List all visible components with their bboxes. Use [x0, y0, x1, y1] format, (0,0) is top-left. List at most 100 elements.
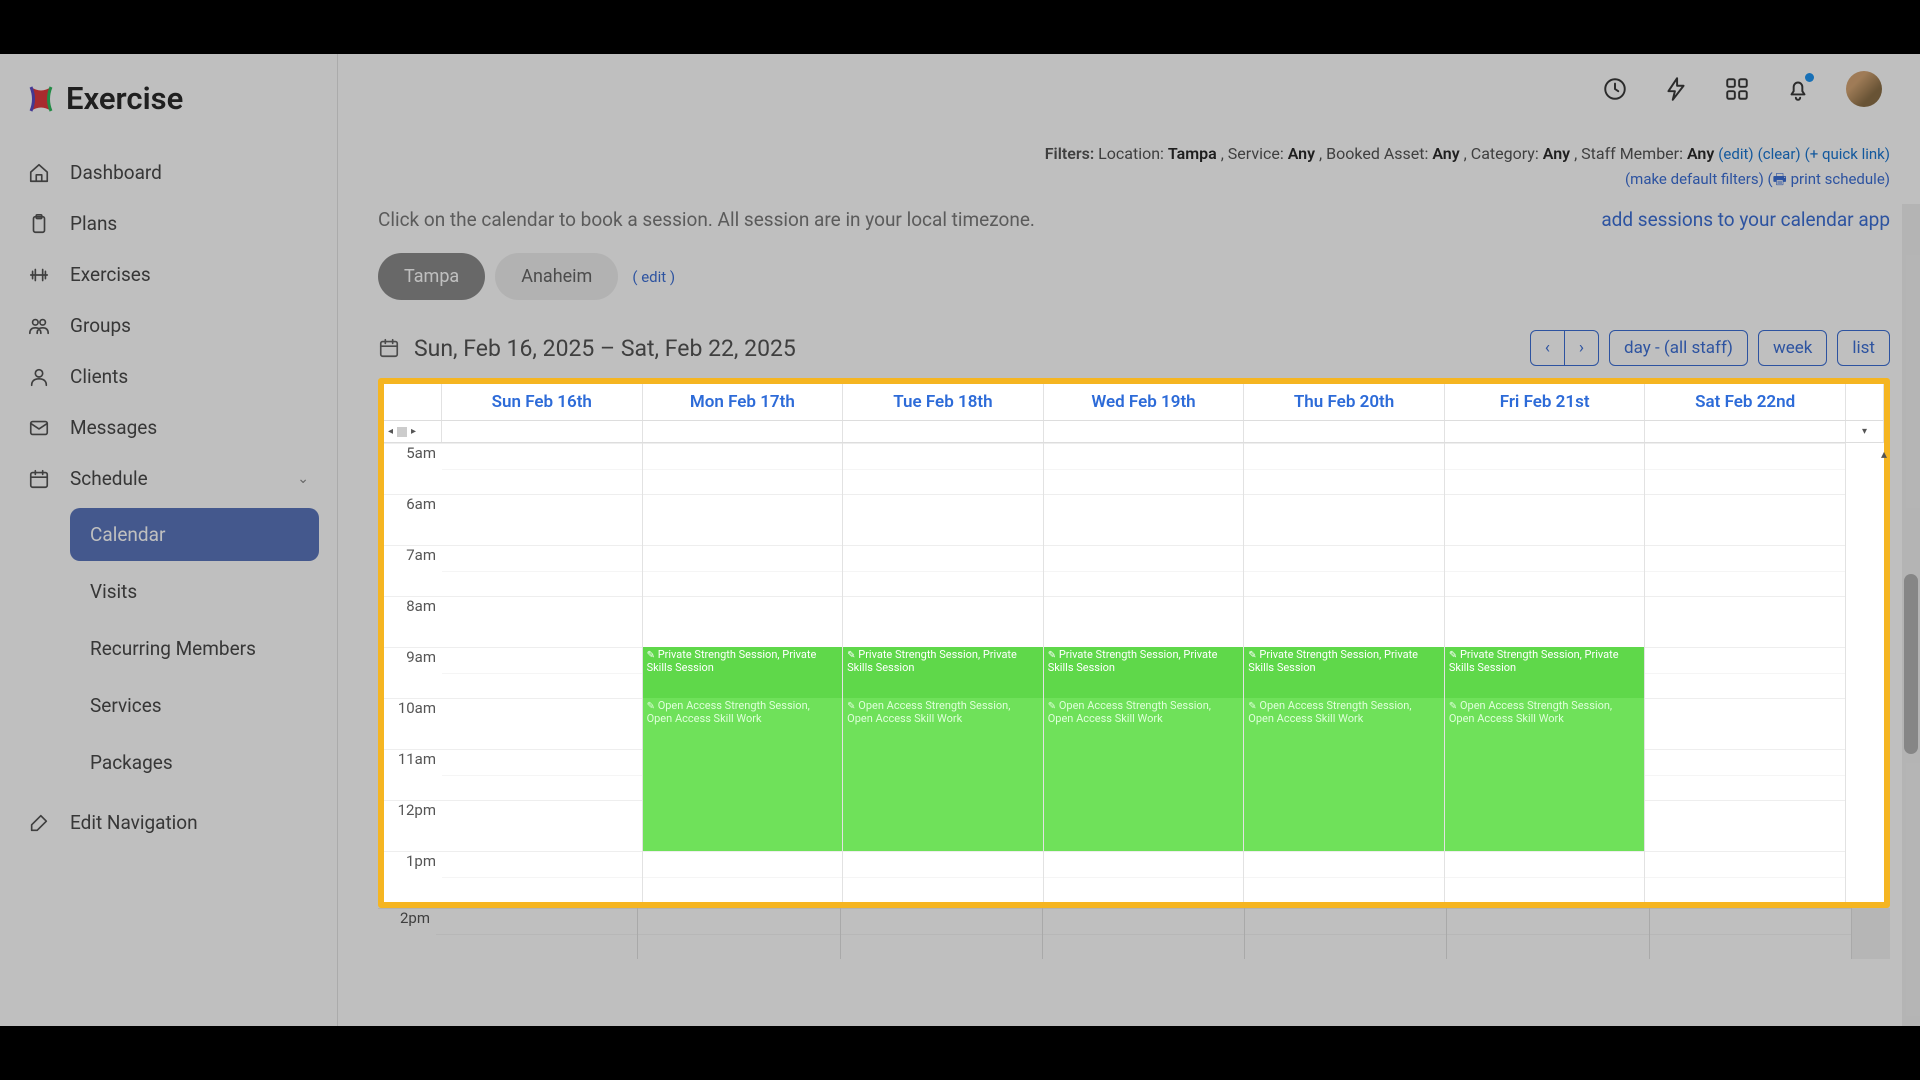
- lightning-icon[interactable]: [1663, 76, 1689, 102]
- pencil-icon: ✎: [1048, 701, 1056, 712]
- calendar-grid[interactable]: 5am 6am 7am 8am 9am 10am 11am 12pm 1pm: [384, 443, 1884, 902]
- scrollbar-thumb[interactable]: [1904, 574, 1918, 754]
- day-column-tue[interactable]: ✎ Private Strength Session, Private Skil…: [843, 443, 1044, 902]
- pencil-icon: ✎: [847, 701, 855, 712]
- day-header[interactable]: Fri Feb 21st: [1445, 384, 1646, 420]
- subnav-visits[interactable]: Visits: [70, 565, 319, 618]
- date-range: Sun, Feb 16, 2025 – Sat, Feb 22, 2025: [378, 335, 796, 362]
- sidebar-item-plans[interactable]: Plans: [0, 198, 337, 249]
- event-block[interactable]: ✎ Open Access Strength Session, Open Acc…: [843, 698, 1043, 851]
- day-header[interactable]: Sun Feb 16th: [442, 384, 643, 420]
- time-column: 5am 6am 7am 8am 9am 10am 11am 12pm 1pm: [384, 443, 442, 902]
- logo-icon: [26, 84, 56, 114]
- filter-edit-link[interactable]: (edit): [1718, 145, 1753, 163]
- day-column-thu[interactable]: ✎ Private Strength Session, Private Skil…: [1244, 443, 1445, 902]
- sidebar-item-exercises[interactable]: Exercises: [0, 249, 337, 300]
- calendar-icon: [28, 468, 50, 490]
- pencil-icon: ✎: [1048, 650, 1056, 661]
- event-block[interactable]: ✎ Open Access Strength Session, Open Acc…: [1445, 698, 1645, 851]
- chevron-down-icon: ⌄: [297, 471, 309, 487]
- add-to-calendar-link[interactable]: add sessions to your calendar app: [1601, 208, 1890, 231]
- pencil-icon: ✎: [1248, 701, 1256, 712]
- pills-edit-link[interactable]: ( edit ): [632, 268, 675, 286]
- day-column-sat[interactable]: [1645, 443, 1846, 902]
- day-header[interactable]: Sat Feb 22nd: [1645, 384, 1846, 420]
- groups-icon: [28, 315, 50, 337]
- calendar-small-icon[interactable]: [378, 337, 400, 359]
- sidebar-item-groups[interactable]: Groups: [0, 300, 337, 351]
- pill-tampa[interactable]: Tampa: [378, 253, 485, 300]
- pencil-icon: ✎: [1248, 650, 1256, 661]
- day-header[interactable]: Mon Feb 17th: [643, 384, 844, 420]
- calendar-header: Sun Feb 16th Mon Feb 17th Tue Feb 18th W…: [384, 384, 1884, 421]
- home-icon: [28, 162, 50, 184]
- pencil-icon: ✎: [1449, 701, 1457, 712]
- day-column-fri[interactable]: ✎ Private Strength Session, Private Skil…: [1445, 443, 1646, 902]
- view-controls: ‹ › day - (all staff) week list: [1530, 330, 1890, 366]
- sidebar-item-clients[interactable]: Clients: [0, 351, 337, 402]
- filter-quicklink[interactable]: (+ quick link): [1805, 145, 1890, 163]
- filters-line: Filters: Location: Tampa , Service: Any …: [378, 144, 1890, 163]
- sidebar-item-schedule[interactable]: Schedule ⌄: [0, 453, 337, 504]
- sidebar-item-dashboard[interactable]: Dashboard: [0, 147, 337, 198]
- clock-icon[interactable]: [1602, 76, 1628, 102]
- sidebar-item-messages[interactable]: Messages: [0, 402, 337, 453]
- nav: Dashboard Plans Exercises Groups Clients…: [0, 147, 337, 848]
- app-logo[interactable]: Exercise: [0, 70, 337, 147]
- event-block[interactable]: ✎ Private Strength Session, Private Skil…: [1445, 647, 1645, 698]
- event-block[interactable]: ✎ Open Access Strength Session, Open Acc…: [1244, 698, 1444, 851]
- prev-button[interactable]: ‹: [1530, 330, 1565, 366]
- day-header[interactable]: Thu Feb 20th: [1244, 384, 1445, 420]
- make-default-link[interactable]: (make default filters): [1625, 170, 1764, 188]
- るblock[interactable]: ✎ Private Strength Session, Private Skil…: [843, 647, 1043, 698]
- subnav-recurring[interactable]: Recurring Members: [70, 622, 319, 675]
- sidebar-item-edit-navigation[interactable]: Edit Navigation: [0, 797, 337, 848]
- day-header[interactable]: Tue Feb 18th: [843, 384, 1044, 420]
- subnav-packages[interactable]: Packages: [70, 736, 319, 789]
- grid-overflow: 2pm: [378, 908, 1890, 959]
- event-block[interactable]: ✎ Private Strength Session, Private Skil…: [1044, 647, 1244, 698]
- barbell-icon: [28, 264, 50, 286]
- apps-icon[interactable]: [1724, 76, 1750, 102]
- view-day-button[interactable]: day - (all staff): [1609, 330, 1748, 366]
- topbar: [338, 54, 1920, 124]
- subnav-services[interactable]: Services: [70, 679, 319, 732]
- location-pills: Tampa Anaheim ( edit ): [378, 253, 1890, 300]
- filters-line2: (make default filters) (🖶 print schedule…: [378, 169, 1890, 194]
- scroll-up-icon[interactable]: ▴: [1881, 447, 1887, 461]
- pill-anaheim[interactable]: Anaheim: [495, 253, 618, 300]
- info-row: Click on the calendar to book a session.…: [378, 208, 1890, 231]
- event-block[interactable]: ✎ Private Strength Session, Private Skil…: [643, 647, 843, 698]
- event-block[interactable]: ✎ Open Access Strength Session, Open Acc…: [1044, 698, 1244, 851]
- sidebar: Exercise Dashboard Plans Exercises Group…: [0, 54, 338, 1026]
- view-list-button[interactable]: list: [1837, 330, 1890, 366]
- bell-icon[interactable]: [1785, 76, 1811, 102]
- day-column-mon[interactable]: ✎ Private Strength Session, Private Skil…: [643, 443, 844, 902]
- day-column-sun[interactable]: [442, 443, 643, 902]
- day-column-wed[interactable]: ✎ Private Strength Session, Private Skil…: [1044, 443, 1245, 902]
- pencil-icon: ✎: [647, 701, 655, 712]
- day-header[interactable]: Wed Feb 19th: [1044, 384, 1245, 420]
- event-block[interactable]: ✎ Open Access Strength Session, Open Acc…: [643, 698, 843, 851]
- left-tri-icon[interactable]: ◂: [388, 426, 393, 437]
- pencil-icon: ✎: [647, 650, 655, 661]
- page-scrollbar[interactable]: [1902, 204, 1920, 1026]
- subnav-calendar[interactable]: Calendar: [70, 508, 319, 561]
- content: Filters: Location: Tampa , Service: Any …: [338, 124, 1920, 1026]
- person-icon: [28, 366, 50, 388]
- print-schedule-link[interactable]: (🖶 print schedule): [1768, 170, 1890, 188]
- edit-icon: [28, 812, 50, 834]
- event-block[interactable]: ✎ Private Strength Session, Private Skil…: [1244, 647, 1444, 698]
- right-tri-icon[interactable]: ▸: [411, 426, 416, 437]
- main-area: Filters: Location: Tampa , Service: Any …: [338, 54, 1920, 1026]
- scroll-down-icon[interactable]: ▾: [1862, 426, 1867, 437]
- schedule-subnav: Calendar Visits Recurring Members Servic…: [0, 504, 337, 793]
- mail-icon: [28, 417, 50, 439]
- avatar[interactable]: [1846, 71, 1882, 107]
- filter-clear-link[interactable]: (clear): [1758, 145, 1801, 163]
- pencil-icon: ✎: [1449, 650, 1457, 661]
- next-button[interactable]: ›: [1564, 330, 1599, 366]
- date-nav-row: Sun, Feb 16, 2025 – Sat, Feb 22, 2025 ‹ …: [378, 330, 1890, 366]
- calendar-mini-nav: ◂ ▸ ▾: [384, 421, 1884, 443]
- view-week-button[interactable]: week: [1758, 330, 1827, 366]
